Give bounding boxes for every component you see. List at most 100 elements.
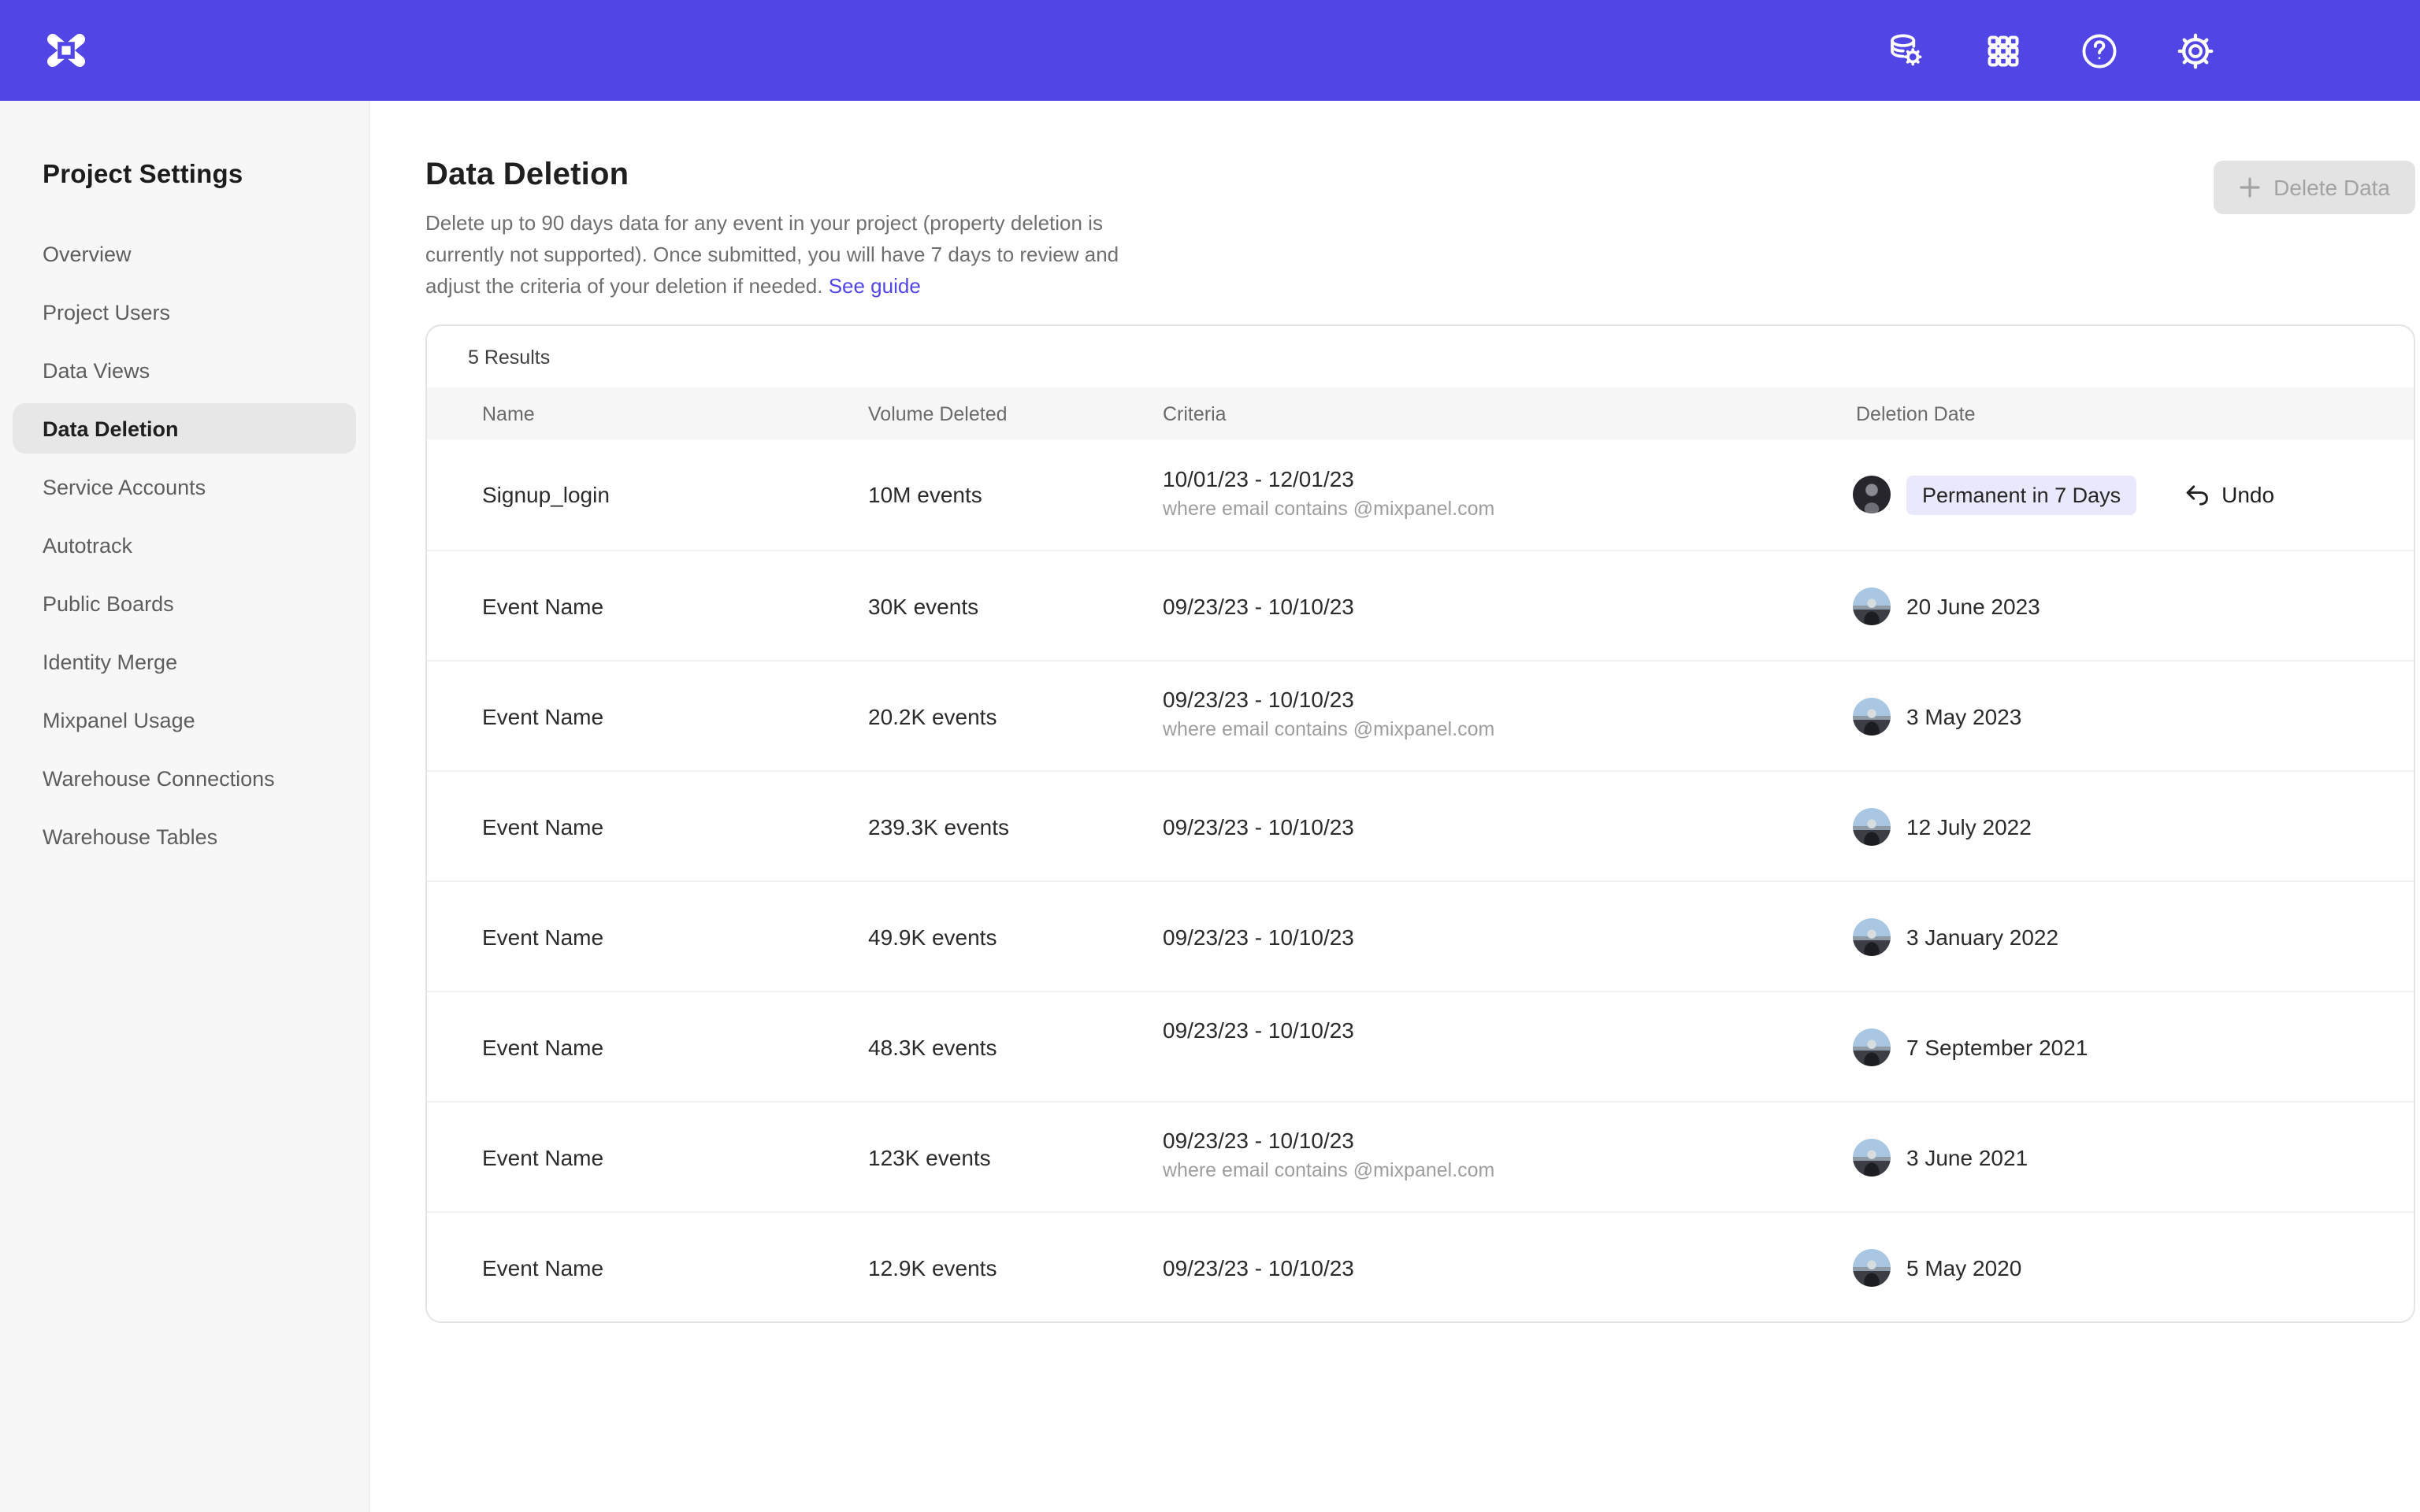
page-header-text: Data Deletion Delete up to 90 days data … bbox=[425, 158, 1125, 302]
sidebar-item-service-accounts[interactable]: Service Accounts bbox=[13, 461, 356, 512]
cell-volume-deleted: 123K events bbox=[868, 1144, 1163, 1169]
sidebar-item-warehouse-connections[interactable]: Warehouse Connections bbox=[13, 753, 356, 803]
table-header-row: Name Volume Deleted Criteria Deletion Da… bbox=[427, 387, 2414, 439]
cell-event-name: Event Name bbox=[482, 1034, 868, 1059]
table-row: Event Name123K events09/23/23 - 10/10/23… bbox=[427, 1101, 2414, 1211]
main-content: Data Deletion Delete up to 90 days data … bbox=[370, 101, 2420, 1512]
criteria-date-range: 09/23/23 - 10/10/23 bbox=[1163, 1017, 1856, 1043]
page-description: Delete up to 90 days data for any event … bbox=[425, 208, 1125, 302]
mixpanel-logo[interactable] bbox=[16, 0, 117, 101]
cell-volume-deleted: 239.3K events bbox=[868, 813, 1163, 839]
deletion-date-text: 20 June 2023 bbox=[1906, 593, 2040, 618]
user-avatar bbox=[1853, 807, 1891, 845]
sidebar-item-identity-merge[interactable]: Identity Merge bbox=[13, 636, 356, 687]
settings-sidebar: Project Settings Overview Project Users Da… bbox=[0, 101, 370, 1512]
cell-criteria: 09/23/23 - 10/10/23 bbox=[1163, 593, 1856, 618]
sidebar-item-autotrack[interactable]: Autotrack bbox=[13, 520, 356, 570]
settings-gear-icon[interactable] bbox=[2173, 28, 2217, 72]
user-avatar bbox=[1853, 587, 1891, 624]
cell-event-name: Event Name bbox=[482, 1254, 868, 1280]
column-header-name: Name bbox=[482, 402, 868, 424]
criteria-filter-note: where email contains @mixpanel.com bbox=[1163, 713, 1856, 745]
app-window: Project Settings Overview Project Users Da… bbox=[0, 0, 2420, 1512]
criteria-filter-note bbox=[1163, 1044, 1856, 1076]
sidebar-item-data-views[interactable]: Data Views bbox=[13, 345, 356, 395]
table-body: Signup_login10M events10/01/23 - 12/01/2… bbox=[427, 439, 2414, 1321]
topbar-icon-group bbox=[1884, 28, 2217, 72]
column-header-deletion-date: Deletion Date bbox=[1856, 402, 2414, 424]
deletion-date-text: 12 July 2022 bbox=[1906, 813, 2032, 839]
cell-deletion-date: 7 September 2021 bbox=[1853, 1028, 2414, 1065]
criteria-date-range: 09/23/23 - 10/10/23 bbox=[1163, 813, 1856, 839]
cell-event-name: Signup_login bbox=[482, 482, 868, 507]
delete-data-button-label: Delete Data bbox=[2273, 175, 2390, 200]
plus-icon bbox=[2239, 176, 2261, 198]
cell-volume-deleted: 10M events bbox=[868, 482, 1163, 507]
cell-volume-deleted: 30K events bbox=[868, 593, 1163, 618]
deletion-date-text: 3 June 2021 bbox=[1906, 1144, 2028, 1169]
top-navigation-bar bbox=[0, 0, 2420, 101]
cell-criteria: 09/23/23 - 10/10/23where email contains … bbox=[1163, 1128, 1856, 1186]
table-row: Event Name20.2K events09/23/23 - 10/10/2… bbox=[427, 660, 2414, 770]
criteria-filter-note: where email contains @mixpanel.com bbox=[1163, 492, 1856, 524]
cell-volume-deleted: 49.9K events bbox=[868, 924, 1163, 949]
deletion-date-text: 3 May 2023 bbox=[1906, 703, 2021, 728]
criteria-date-range: 09/23/23 - 10/10/23 bbox=[1163, 1254, 1856, 1280]
cell-event-name: Event Name bbox=[482, 1144, 868, 1169]
cell-deletion-date: Permanent in 7 Days Undo bbox=[1853, 475, 2414, 514]
user-avatar bbox=[1853, 917, 1891, 955]
cell-criteria: 09/23/23 - 10/10/23 bbox=[1163, 813, 1856, 839]
data-management-icon[interactable] bbox=[1884, 28, 1928, 72]
cell-event-name: Event Name bbox=[482, 813, 868, 839]
table-row: Event Name48.3K events09/23/23 - 10/10/2… bbox=[427, 991, 2414, 1101]
undo-icon bbox=[2184, 481, 2210, 508]
delete-data-button[interactable]: Delete Data bbox=[2214, 161, 2415, 214]
cell-criteria: 09/23/23 - 10/10/23where email contains … bbox=[1163, 687, 1856, 745]
table-row: Event Name239.3K events09/23/23 - 10/10/… bbox=[427, 770, 2414, 880]
see-guide-link[interactable]: See guide bbox=[829, 274, 921, 298]
cell-volume-deleted: 20.2K events bbox=[868, 703, 1163, 728]
user-avatar bbox=[1853, 1138, 1891, 1176]
sidebar-item-overview[interactable]: Overview bbox=[13, 228, 356, 279]
cell-event-name: Event Name bbox=[482, 703, 868, 728]
sidebar-item-warehouse-tables[interactable]: Warehouse Tables bbox=[13, 811, 356, 862]
page-header: Data Deletion Delete up to 90 days data … bbox=[425, 158, 2415, 302]
undo-button[interactable]: Undo bbox=[2184, 481, 2274, 508]
sidebar-item-mixpanel-usage[interactable]: Mixpanel Usage bbox=[13, 695, 356, 745]
cell-deletion-date: 12 July 2022 bbox=[1853, 807, 2414, 845]
criteria-date-range: 09/23/23 - 10/10/23 bbox=[1163, 924, 1856, 949]
sidebar-title: Project Settings bbox=[0, 161, 369, 191]
user-avatar bbox=[1853, 476, 1891, 513]
permanent-deletion-badge: Permanent in 7 Days bbox=[1906, 475, 2136, 514]
deletion-date-text: 5 May 2020 bbox=[1906, 1254, 2021, 1280]
table-row: Event Name49.9K events09/23/23 - 10/10/2… bbox=[427, 880, 2414, 991]
user-avatar bbox=[1853, 1028, 1891, 1065]
criteria-date-range: 09/23/23 - 10/10/23 bbox=[1163, 1128, 1856, 1153]
criteria-date-range: 10/01/23 - 12/01/23 bbox=[1163, 465, 1856, 491]
cell-deletion-date: 3 January 2022 bbox=[1853, 917, 2414, 955]
deletion-date-text: 7 September 2021 bbox=[1906, 1034, 2088, 1059]
deletion-date-text: 3 January 2022 bbox=[1906, 924, 2058, 949]
cell-event-name: Event Name bbox=[482, 593, 868, 618]
sidebar-item-public-boards[interactable]: Public Boards bbox=[13, 578, 356, 628]
criteria-date-range: 09/23/23 - 10/10/23 bbox=[1163, 593, 1856, 618]
sidebar-nav: Overview Project Users Data Views Data Dele… bbox=[0, 228, 369, 862]
table-row: Signup_login10M events10/01/23 - 12/01/2… bbox=[427, 439, 2414, 550]
page-title: Data Deletion bbox=[425, 158, 1125, 194]
cell-criteria: 10/01/23 - 12/01/23where email contains … bbox=[1163, 465, 1856, 524]
deletions-table-card: 5 Results Name Volume Deleted Criteria D… bbox=[425, 324, 2415, 1323]
table-row: Event Name12.9K events09/23/23 - 10/10/2… bbox=[427, 1211, 2414, 1321]
cell-deletion-date: 3 May 2023 bbox=[1853, 697, 2414, 735]
mixpanel-x-icon bbox=[43, 27, 90, 74]
cell-deletion-date: 5 May 2020 bbox=[1853, 1248, 2414, 1286]
criteria-filter-note: where email contains @mixpanel.com bbox=[1163, 1154, 1856, 1186]
sidebar-item-data-deletion[interactable]: Data Deletion bbox=[13, 403, 356, 454]
cell-deletion-date: 20 June 2023 bbox=[1853, 587, 2414, 624]
apps-grid-icon[interactable] bbox=[1980, 28, 2025, 72]
column-header-criteria: Criteria bbox=[1163, 402, 1856, 424]
results-count: 5 Results bbox=[427, 326, 2414, 387]
sidebar-item-project-users[interactable]: Project Users bbox=[13, 287, 356, 337]
cell-criteria: 09/23/23 - 10/10/23 bbox=[1163, 924, 1856, 949]
cell-criteria: 09/23/23 - 10/10/23 bbox=[1163, 1017, 1856, 1076]
help-icon[interactable] bbox=[2077, 28, 2121, 72]
